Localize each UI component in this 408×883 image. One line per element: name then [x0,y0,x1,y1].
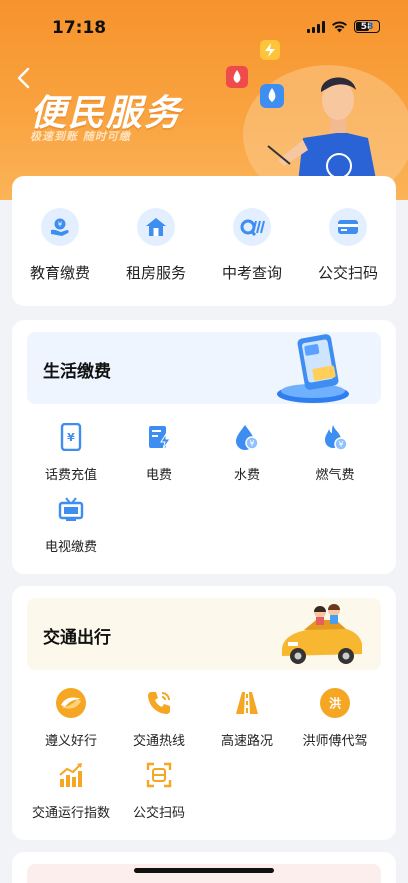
svg-text:¥: ¥ [58,221,63,229]
grid-item-water-bill[interactable]: ¥ 水费 [203,420,291,492]
grid-item-electricity-bill[interactable]: 电费 [115,420,203,492]
header-banner: 17:18 58 便民服务 极速到账 随时可缴 [0,0,408,200]
quick-item-label: 公交扫码 [317,264,378,282]
grid-item-designated-driver[interactable]: 洪 洪师傅代驾 [291,686,379,758]
traffic-header[interactable]: 交通出行 [27,598,381,670]
life-payment-card: 生活缴费 ¥ 话费充值 电费 ¥ 水费 ¥ 燃气费 电视缴费 [12,320,396,574]
cellular-signal-icon [307,20,325,33]
home-indicator [134,868,274,873]
house-rental-icon [137,208,175,246]
grid-item-label: 公交扫码 [132,806,185,821]
next-section-header [27,864,381,883]
grid-item-label: 交通运行指数 [31,806,110,821]
svg-text:洪: 洪 [329,696,341,711]
exam-query-icon [233,208,271,246]
quick-item-education-payment[interactable]: ¥ 教育缴费 [12,208,108,283]
bus-card-icon [329,208,367,246]
quick-item-exam-query[interactable]: 中考查询 [204,208,300,283]
life-payment-header[interactable]: 生活缴费 [27,332,381,404]
status-icons: 58 [307,20,380,33]
grid-item-gas-bill[interactable]: ¥ 燃气费 [291,420,379,492]
grid-item-bus-scan[interactable]: 公交扫码 [115,758,203,830]
tv-bill-icon [54,492,88,526]
battery-icon: 58 [354,20,380,33]
svg-text:¥: ¥ [249,439,254,448]
banner-subtitle: 极速到账 随时可缴 [30,130,131,143]
electricity-bill-icon [142,420,176,454]
battery-level: 58 [360,21,374,32]
car-trip-illustration [282,604,362,664]
quick-item-house-rental[interactable]: 租房服务 [108,208,204,283]
grid-item-label: 遵义好行 [44,734,97,749]
grid-item-label: 电视缴费 [44,540,97,555]
section-title: 生活缴费 [43,362,111,382]
svg-text:¥: ¥ [67,431,75,444]
grid-item-phone-recharge[interactable]: ¥ 话费充值 [27,420,115,492]
water-bill-icon: ¥ [230,420,264,454]
designated-driver-icon: 洪 [318,686,352,720]
quick-item-label: 中考查询 [221,264,282,282]
grid-item-label: 水费 [233,468,260,483]
gas-bill-icon: ¥ [318,420,352,454]
zunyi-travel-icon [54,686,88,720]
traffic-index-icon [54,758,88,792]
phone-payment-illustration [277,334,349,403]
traffic-hotline-icon [142,686,176,720]
grid-item-label: 电费 [145,468,172,483]
status-time: 17:18 [52,18,107,38]
grid-item-label: 交通热线 [132,734,185,749]
grid-item-highway-road[interactable]: 高速路况 [203,686,291,758]
traffic-card: 交通出行 遵义好行 交通热线 高速路况 洪 洪师傅代驾 交通运行指数 公交扫码 [12,586,396,840]
quick-item-label: 教育缴费 [29,264,90,282]
bus-scan-icon [142,758,176,792]
wifi-icon [332,21,347,33]
quick-item-bus-card[interactable]: 公交扫码 [300,208,396,283]
quick-services-card: ¥ 教育缴费 租房服务 中考查询 公交扫码 [12,176,396,306]
grid-item-label: 高速路况 [220,734,273,749]
grid-item-tv-bill[interactable]: 电视缴费 [27,492,115,564]
quick-item-label: 租房服务 [125,264,186,282]
grid-item-zunyi-travel[interactable]: 遵义好行 [27,686,115,758]
svg-text:¥: ¥ [338,440,343,449]
grid-item-traffic-index[interactable]: 交通运行指数 [27,758,115,830]
grid-item-label: 话费充值 [44,468,97,483]
grid-item-traffic-hotline[interactable]: 交通热线 [115,686,203,758]
education-payment-icon: ¥ [41,208,79,246]
grid-item-label: 洪师傅代驾 [302,734,368,749]
highway-road-icon [230,686,264,720]
phone-recharge-icon: ¥ [54,420,88,454]
grid-item-label: 燃气费 [315,468,355,483]
section-title: 交通出行 [43,628,111,648]
